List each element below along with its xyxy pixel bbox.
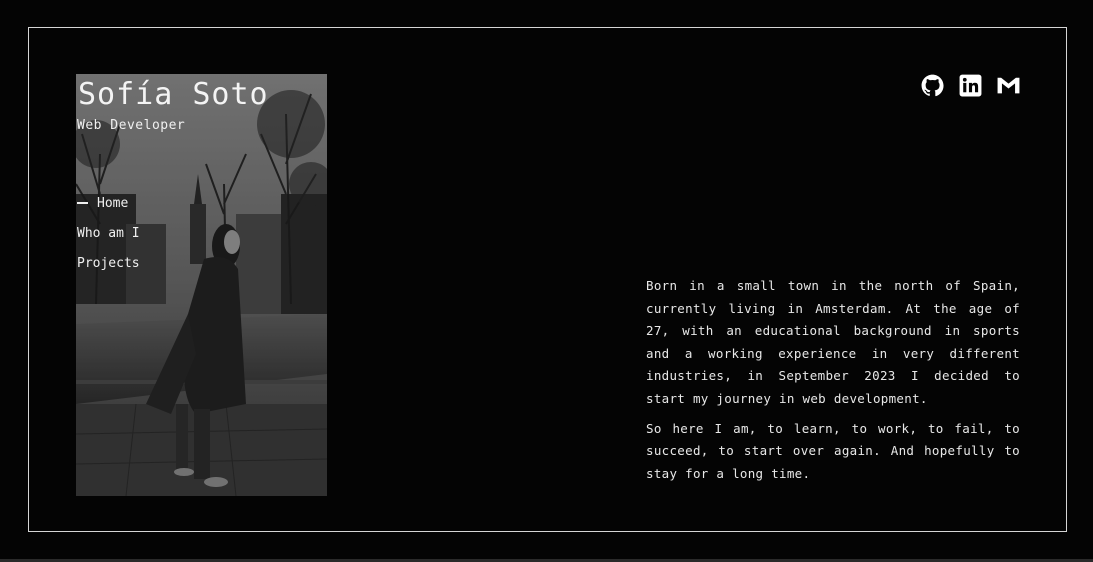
nav-item-projects[interactable]: Projects [77, 248, 140, 278]
site-subtitle: Web Developer [77, 118, 186, 133]
nav-item-who-am-i[interactable]: Who am I [77, 218, 140, 248]
nav-item-label: Who am I [77, 225, 140, 241]
bio-text: Born in a small town in the north of Spa… [646, 275, 1020, 485]
github-icon[interactable] [920, 73, 945, 98]
bio-paragraph-2: So here I am, to learn, to work, to fail… [646, 420, 1020, 481]
bio-paragraph-1: Born in a small town in the north of Spa… [646, 278, 1020, 406]
active-indicator [77, 202, 88, 204]
gmail-icon[interactable] [996, 73, 1021, 98]
linkedin-icon[interactable] [958, 73, 983, 98]
main-nav: Home Who am I Projects [77, 188, 140, 278]
profile-photo [76, 74, 327, 496]
nav-item-label: Home [97, 195, 129, 211]
nav-item-home[interactable]: Home [77, 188, 140, 218]
social-links [920, 73, 1021, 98]
site-title: Sofía Soto [78, 77, 269, 112]
nav-item-label: Projects [77, 255, 140, 271]
